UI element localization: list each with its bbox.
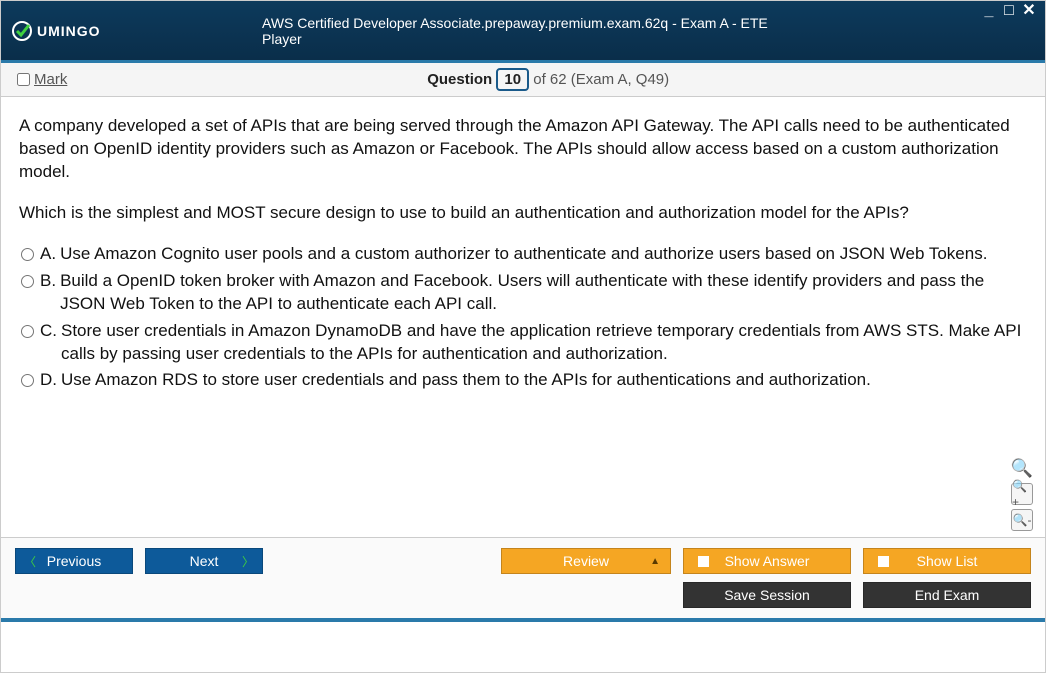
zoom-out-icon[interactable]: 🔍- <box>1011 509 1033 531</box>
answer-text: Build a OpenID token broker with Amazon … <box>60 270 1027 316</box>
answer-radio[interactable] <box>21 325 34 338</box>
answer-option[interactable]: C. Store user credentials in Amazon Dyna… <box>19 320 1027 366</box>
previous-button[interactable]: 〈 Previous <box>15 548 133 574</box>
answer-letter: B. <box>40 270 56 293</box>
chevron-left-icon: 〈 <box>24 553 36 570</box>
zoom-in-icon[interactable]: 🔍+ <box>1011 483 1033 505</box>
question-label: Question <box>427 71 492 88</box>
close-icon[interactable]: ✕ <box>1021 5 1037 17</box>
next-button[interactable]: Next 〉 <box>145 548 263 574</box>
answer-letter: C. <box>40 320 57 343</box>
show-list-button[interactable]: Show List <box>863 548 1031 574</box>
zoom-controls: 🔍 🔍+ 🔍- <box>1011 457 1033 531</box>
footer: 〈 Previous Next 〉 Review ▲ Show Answer S… <box>1 537 1045 618</box>
question-text: A company developed a set of APIs that a… <box>19 115 1027 225</box>
answer-letter: D. <box>40 369 57 392</box>
question-total: of 62 (Exam A, Q49) <box>533 71 669 88</box>
answer-text: Use Amazon Cognito user pools and a cust… <box>60 243 987 266</box>
question-number[interactable]: 10 <box>496 68 529 91</box>
chevron-right-icon: 〉 <box>242 553 254 570</box>
end-exam-button[interactable]: End Exam <box>863 582 1031 608</box>
mark-checkbox-group[interactable]: Mark <box>17 71 67 88</box>
question-paragraph: Which is the simplest and MOST secure de… <box>19 202 1027 225</box>
checkbox-icon <box>878 556 889 567</box>
titlebar: UMINGO AWS Certified Developer Associate… <box>1 1 1045 63</box>
answer-radio[interactable] <box>21 374 34 387</box>
answer-list: A. Use Amazon Cognito user pools and a c… <box>19 243 1027 393</box>
logo-checkmark-icon <box>11 20 33 42</box>
checkbox-icon <box>698 556 709 567</box>
logo-text: UMINGO <box>37 23 101 39</box>
window-title: AWS Certified Developer Associate.prepaw… <box>262 15 784 47</box>
question-info: Question 10 of 62 (Exam A, Q49) <box>427 71 669 88</box>
show-answer-button[interactable]: Show Answer <box>683 548 851 574</box>
question-body: A company developed a set of APIs that a… <box>1 97 1045 537</box>
bottom-accent <box>1 618 1045 622</box>
triangle-up-icon: ▲ <box>650 556 660 567</box>
mark-label: Mark <box>34 71 67 88</box>
answer-option[interactable]: B. Build a OpenID token broker with Amaz… <box>19 270 1027 316</box>
answer-text: Store user credentials in Amazon DynamoD… <box>61 320 1027 366</box>
answer-option[interactable]: D. Use Amazon RDS to store user credenti… <box>19 369 1027 392</box>
window-controls: _ □ ✕ <box>981 5 1037 17</box>
search-icon[interactable]: 🔍 <box>1011 457 1033 479</box>
save-session-button[interactable]: Save Session <box>683 582 851 608</box>
answer-option[interactable]: A. Use Amazon Cognito user pools and a c… <box>19 243 1027 266</box>
mark-checkbox[interactable] <box>17 73 30 86</box>
answer-radio[interactable] <box>21 248 34 261</box>
answer-text: Use Amazon RDS to store user credentials… <box>61 369 871 392</box>
review-button[interactable]: Review ▲ <box>501 548 671 574</box>
question-header: Mark Question 10 of 62 (Exam A, Q49) <box>1 63 1045 97</box>
maximize-icon[interactable]: □ <box>1001 5 1017 17</box>
question-paragraph: A company developed a set of APIs that a… <box>19 115 1027 184</box>
answer-radio[interactable] <box>21 275 34 288</box>
minimize-icon[interactable]: _ <box>981 5 997 17</box>
logo: UMINGO <box>11 20 101 42</box>
answer-letter: A. <box>40 243 56 266</box>
